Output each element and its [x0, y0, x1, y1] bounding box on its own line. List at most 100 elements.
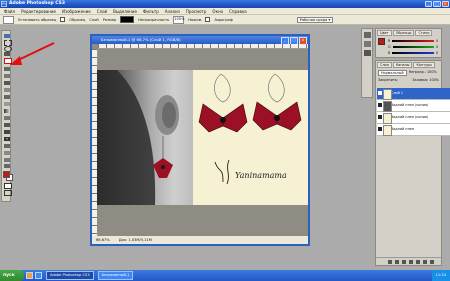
pen-tool-icon[interactable] [4, 130, 10, 134]
layers-lock-row: Закрепить: Заливка: 100% [376, 77, 441, 83]
lock-label: Закрепить: [378, 78, 399, 82]
menu-window[interactable]: Окно [212, 9, 223, 14]
photoshop-logo-icon: Ps [1, 1, 7, 7]
eye-icon[interactable] [378, 91, 382, 95]
healing-brush-tool-icon[interactable] [4, 74, 10, 78]
menu-file[interactable]: Файл [4, 9, 15, 14]
type-tool-icon[interactable]: T [4, 137, 10, 141]
shape-tool-icon[interactable] [4, 151, 10, 155]
tab-paths[interactable]: Контуры [413, 62, 435, 68]
screen-mode-icon[interactable] [4, 190, 12, 196]
layer-row[interactable]: Задний план [377, 124, 450, 136]
option-size: Размер [102, 17, 117, 22]
hand-tool-icon[interactable] [4, 158, 10, 162]
quick-mask-icon[interactable] [4, 183, 12, 189]
trash-icon[interactable] [430, 259, 434, 264]
folder-icon[interactable] [416, 259, 420, 264]
layers-options-row: Нормальный Непрозр.: 100% [376, 69, 441, 77]
histogram-icon[interactable] [364, 41, 371, 47]
zoom-tool-icon[interactable] [4, 164, 10, 168]
eraser-tool-icon[interactable] [4, 102, 10, 106]
menu-edit[interactable]: Редактирование [21, 9, 56, 14]
clone-stamp-tool-icon[interactable] [4, 88, 10, 92]
blend-mode-select[interactable]: Нормальный [378, 70, 407, 76]
blue-value[interactable]: 0 [436, 51, 438, 55]
start-button[interactable]: пуск [0, 270, 24, 281]
tool-preset-picker[interactable] [3, 15, 14, 24]
layers-footer [376, 257, 441, 265]
tab-color[interactable]: Цвет [377, 30, 392, 36]
color-swatch[interactable] [120, 16, 135, 23]
navigator-icon[interactable] [364, 32, 371, 38]
eye-icon[interactable] [378, 103, 382, 107]
red-label: R [388, 39, 391, 43]
green-label: G [388, 45, 391, 49]
document-title: Безымянный-1 @ 66,7% (Слой 1, RGB/8) [101, 37, 181, 42]
butterfly-earrings-illustration: Yaninamama [198, 73, 302, 185]
link-icon[interactable] [388, 259, 392, 264]
zoom-level[interactable]: 66,67% [96, 238, 110, 242]
eye-icon[interactable] [378, 115, 382, 119]
menu-layer[interactable]: Слой [97, 9, 107, 14]
airbrush-checkbox[interactable] [205, 17, 211, 22]
app-titlebar: Ps Adobe Photoshop CS3 _ □ × [0, 0, 450, 8]
dodge-tool-icon[interactable] [4, 123, 10, 127]
minimize-button[interactable]: _ [425, 1, 433, 7]
mask-icon[interactable] [402, 259, 406, 264]
red-slider[interactable] [392, 40, 434, 42]
tab-channels[interactable]: Каналы [392, 62, 413, 68]
earrings-photo: Yaninamama [193, 70, 308, 205]
options-bar: Установить образец Образец Слой Размер Н… [0, 15, 450, 25]
menu-analysis[interactable]: Анализ [165, 9, 180, 14]
menu-image[interactable]: Изображение [62, 9, 91, 14]
blur-tool-icon[interactable] [4, 116, 10, 120]
taskbar-photoshop-button[interactable]: Adobe Photoshop CS3 [46, 271, 94, 280]
option-layer[interactable]: Слой [89, 18, 98, 22]
path-selection-tool-icon[interactable] [4, 144, 10, 148]
fx-icon[interactable] [395, 259, 399, 264]
maximize-button[interactable]: □ [433, 1, 441, 7]
history-brush-tool-icon[interactable] [4, 95, 10, 99]
opacity-field[interactable]: 100% [173, 15, 185, 24]
window-controls: _ □ × [425, 1, 449, 7]
fill-label[interactable]: Заливка: 100% [412, 78, 439, 82]
blue-slider[interactable] [392, 52, 434, 54]
gradient-tool-icon[interactable] [4, 109, 10, 113]
layer-row[interactable]: Слой 1 [377, 88, 450, 100]
green-value[interactable]: 0 [436, 45, 438, 49]
green-slider[interactable] [392, 46, 434, 48]
horizontal-ruler[interactable] [98, 44, 308, 49]
foreground-color-swatch[interactable] [3, 171, 10, 178]
menu-select[interactable]: Выделение [113, 9, 137, 14]
move-tool-icon[interactable] [4, 34, 10, 38]
tab-layers[interactable]: Слои [377, 62, 392, 68]
rgb-sliders: R 0 G 0 B 0 [388, 38, 438, 56]
new-layer-icon[interactable] [423, 259, 427, 264]
red-value[interactable]: 0 [436, 39, 438, 43]
layer-thumbnail [383, 101, 392, 112]
close-button[interactable]: × [441, 1, 449, 7]
tab-styles[interactable]: Стили [415, 30, 433, 36]
menu-filter[interactable]: Фильтр [143, 9, 159, 14]
taskbar-document-button[interactable]: Безымянный-1 [97, 271, 134, 280]
quicklaunch-icon[interactable] [35, 272, 42, 279]
layer-row[interactable]: Задний план (копия) [377, 112, 450, 124]
tab-swatches[interactable]: Образцы [392, 30, 415, 36]
document-canvas[interactable]: Yaninamama [97, 66, 308, 232]
color-panel-fg-swatch[interactable] [378, 38, 385, 45]
history-icon[interactable] [364, 50, 371, 56]
app-title: Adobe Photoshop CS3 [9, 1, 65, 6]
adjustment-icon[interactable] [409, 259, 413, 264]
blue-label: B [388, 51, 391, 55]
opacity-label[interactable]: Непрозр.: 100% [409, 70, 437, 76]
eye-icon[interactable] [378, 127, 382, 131]
sample-checkbox[interactable] [60, 17, 66, 22]
ear-photo-illustration [97, 70, 179, 205]
brush-tool-icon[interactable] [4, 81, 10, 85]
menu-help[interactable]: Справка [229, 9, 247, 14]
menu-view[interactable]: Просмотр [186, 9, 207, 14]
option-flow-label: Нажим [188, 17, 202, 22]
workspace-button[interactable]: Рабочая среда ▾ [296, 16, 334, 23]
layer-row[interactable]: Задний план (копия) [377, 100, 450, 112]
quicklaunch-icon[interactable] [26, 272, 33, 279]
